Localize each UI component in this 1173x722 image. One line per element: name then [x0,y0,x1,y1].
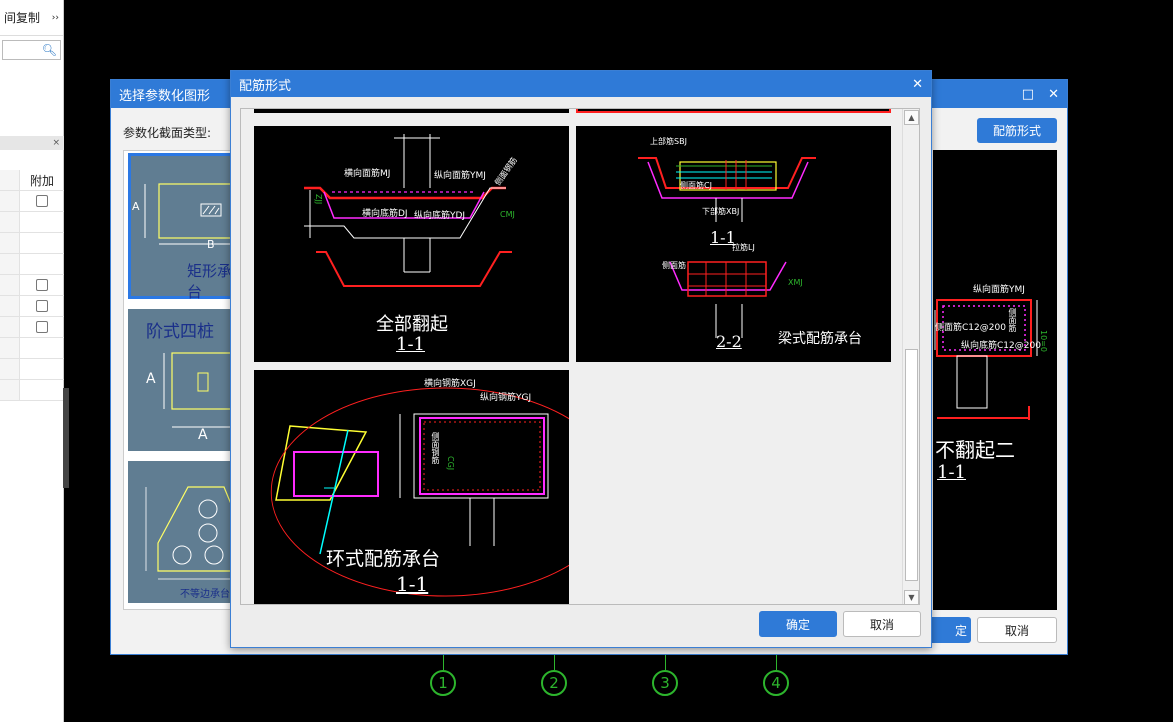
rebar-option-card-partial[interactable] [576,109,891,113]
thumbnail-label: 矩形承台 [187,262,233,301]
rebar-option-gallery: 横向面筋MJ 纵向面筋YMJ 横向底筋DJ 纵向底筋YDJ 侧面钢筋 CMJ Z… [240,108,920,605]
table-row [0,317,64,338]
table-row [0,338,64,359]
option-title: 梁式配筋承台 [778,331,862,347]
label-top: 上部筋SBJ [650,137,687,146]
option-section: 1-1 [396,334,425,355]
rebar-form-dialog: 配筋形式 ✕ 横向面筋MJ 纵向面筋YMJ 横向底筋DJ 纵向底筋YDJ 侧面钢… [230,70,932,648]
section-type-label: 参数化截面类型: [123,126,212,140]
section-label-b: 2-2 [716,332,742,351]
outer-cancel-button[interactable]: 取消 [977,617,1057,643]
axis-marker[interactable]: 3 [652,670,678,696]
column-header-addon: 附加 [29,173,54,188]
cancel-button[interactable]: 取消 [843,611,921,637]
gallery-scrollbar[interactable]: ▲ ▼ [902,109,919,604]
inner-dialog-title: 配筋形式 [239,78,292,94]
preview-dim-label: 10=0 [1039,330,1048,352]
table-row [0,275,64,296]
label-zjj: ZJJ [314,194,323,205]
label-h-bot: 横向底筋DJ [362,209,408,219]
scrollbar-thumb[interactable] [905,349,918,581]
dim-label-a: A [132,200,140,213]
label-v: 纵向钢筋YGJ [480,393,532,403]
close-icon[interactable]: × [52,138,60,148]
close-icon[interactable]: ✕ [1048,87,1059,102]
shape-thumbnail-rectangular[interactable]: A B 矩形承台 [128,153,240,301]
rebar-form-button[interactable]: 配筋形式 [977,118,1057,143]
scroll-up-arrow-icon[interactable]: ▲ [904,110,919,125]
label-cgj: CGJ [446,456,455,471]
addon-checkbox[interactable] [36,321,48,333]
left-panel-header: 间复制 ›› [0,0,63,36]
dim-label-b: B [207,238,215,251]
table-row [0,359,64,380]
search-input[interactable]: 🔍︎ [2,40,61,60]
table-row [0,233,64,254]
search-icon[interactable]: 🔍︎ [42,43,57,57]
stepped-cap-drawing [163,352,238,428]
label-v-top: 纵向面筋YMJ [434,171,486,181]
option-section: 1-1 [396,572,429,596]
thumbnail-label: 不等边承台 [180,589,230,600]
rebar-option-full-bent[interactable]: 横向面筋MJ 纵向面筋YMJ 横向底筋DJ 纵向底筋YDJ 侧面钢筋 CMJ Z… [254,126,569,362]
label-v-bot: 纵向底筋YDJ [414,211,466,221]
preview-title: 不翻起二 [935,438,1015,462]
left-panel: 间复制 ›› 🔍︎ × 附加 [0,0,64,722]
axis-marker[interactable]: 4 [763,670,789,696]
confirm-button[interactable]: 确定 [759,611,837,637]
double-chevron-right-icon[interactable]: ›› [52,13,59,23]
addon-checkbox[interactable] [36,279,48,291]
section-label-a: 1-1 [710,228,736,247]
copy-floor-label[interactable]: 间复制 [4,9,40,26]
axis-marker[interactable]: 1 [430,670,456,696]
axis-line [776,655,777,670]
scroll-down-arrow-icon[interactable]: ▼ [904,590,919,604]
shape-thumbnail-list: A B 矩形承台 阶式四桩 A A 不等边承台 [123,150,241,610]
axis-line [554,655,555,670]
addon-checkbox[interactable] [36,300,48,312]
outer-dialog-title: 选择参数化图形 [119,88,211,104]
table-header-row: 附加 [0,170,64,191]
preview-top-label: 纵向面筋YMJ [973,285,1025,295]
table-row [0,254,64,275]
shape-thumbnail-stepped-four-pile[interactable]: 阶式四桩 A A [128,309,238,451]
rebar-option-beam-type[interactable]: 上部筋SBJ 侧面筋CJ 下部筋XBJ 侧面筋 拉筋LJ XMJ 1-1 2-2… [576,126,891,362]
panel-splitter-handle[interactable] [63,388,69,488]
option-title: 环式配筋承台 [326,548,441,570]
preview-drawing [934,299,1038,420]
preview-side-text: 侧面筋 [1008,308,1017,332]
maximize-icon[interactable]: □ [1022,87,1034,102]
rebar-option-ring-type[interactable]: 横向钢筋XGJ 纵向钢筋YGJ 侧面钢筋 CGJ 环式配筋承台 1-1 [254,370,569,604]
close-icon[interactable]: ✕ [912,77,923,92]
label-h-top: 横向面筋MJ [344,169,391,179]
shape-thumbnail-unequal-sided[interactable]: 不等边承台 [128,461,239,603]
label-side: 侧面钢筋 [431,432,440,464]
label-xmj: XMJ [788,278,803,287]
preview-section: 1-1 [937,462,966,483]
table-row [0,380,64,401]
axis-line [443,655,444,670]
sub-panel-header: × [0,136,64,150]
property-table: 附加 [0,170,64,401]
shape-preview: 纵向面筋YMJ 侧面筋C12@200 纵向底筋C12@200 侧面筋 10=0 … [933,150,1057,610]
option-title: 全部翻起 [376,314,448,335]
addon-checkbox[interactable] [36,195,48,207]
label-cmj: CMJ [500,210,515,219]
axis-marker[interactable]: 2 [541,670,567,696]
table-row [0,212,64,233]
label-mid: 侧面筋 [662,261,686,270]
table-row [0,191,64,212]
inner-dialog-titlebar: 配筋形式 ✕ [231,71,931,97]
preview-bottom-label: 纵向底筋C12@200 [961,341,1041,351]
label-h: 横向钢筋XGJ [424,379,476,389]
label-bot: 下部筋XBJ [702,207,740,216]
preview-side-label: 侧面筋C12@200 [935,323,1006,333]
table-row [0,296,64,317]
unequal-cap-drawing [145,486,239,580]
dim-label-a: A [198,427,208,443]
dim-label-a: A [146,371,156,387]
rebar-option-card-partial[interactable] [254,109,569,113]
axis-line [665,655,666,670]
label-face: 侧面筋CJ [680,181,712,190]
